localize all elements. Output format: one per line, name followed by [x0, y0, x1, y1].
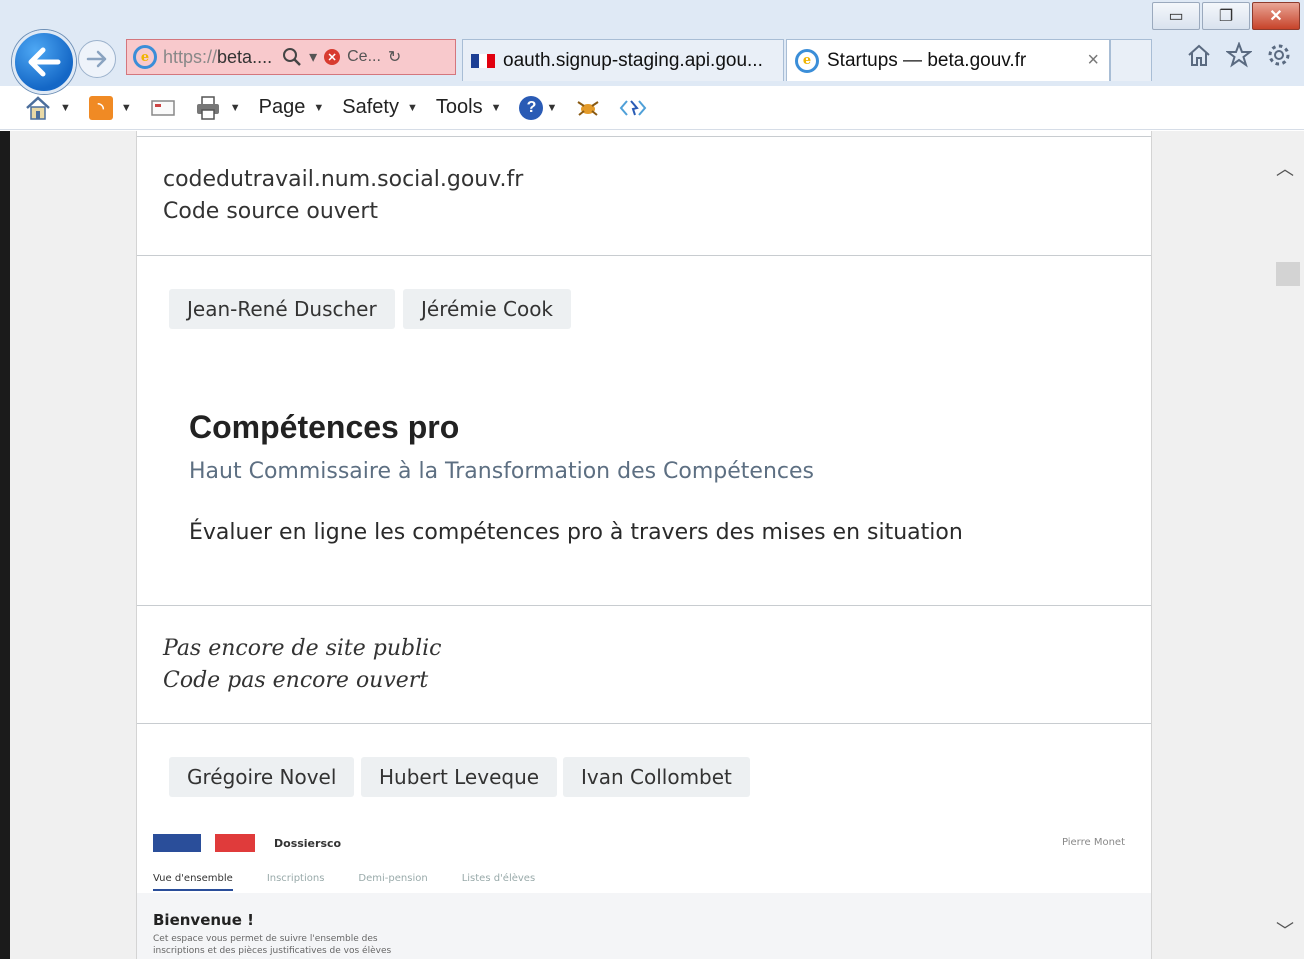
ie-icon: e: [133, 45, 157, 69]
mail-icon: [151, 99, 175, 116]
back-button[interactable]: [12, 30, 76, 94]
chevron-down-icon: ▼: [229, 101, 241, 114]
marianne-logo: [153, 834, 255, 852]
startup-screenshot[interactable]: Dossiersco Pierre Monet Vue d'ensemble I…: [137, 825, 1151, 959]
member-chip[interactable]: Hubert Leveque: [361, 757, 558, 797]
command-bar: ▼ ◝ ▼ ▼ Page ▼ Safety ▼ Tools ▼ ? ▼: [0, 86, 1304, 130]
research-button[interactable]: [575, 97, 601, 119]
startup-sponsor: Haut Commissaire à la Transformation des…: [189, 459, 815, 484]
window-controls: ▭ ❐ ✕: [1150, 2, 1300, 30]
safety-menu[interactable]: Safety ▼: [342, 96, 418, 119]
member-chip[interactable]: Grégoire Novel: [169, 757, 355, 797]
tab-startups[interactable]: e Startups — beta.gouv.fr ×: [786, 39, 1110, 81]
preview-nav: Vue d'ensemble Inscriptions Demi-pension…: [153, 873, 535, 891]
developer-tools-icon: [620, 99, 647, 116]
minimize-button[interactable]: ▭: [1152, 2, 1200, 30]
tab-label: Startups — beta.gouv.fr: [827, 49, 1027, 71]
preview-desc-line: inscriptions et des pièces justificative…: [153, 946, 392, 956]
arrow-left-icon: [28, 47, 61, 77]
divider: [137, 136, 1151, 137]
divider: [137, 605, 1151, 606]
arrow-right-icon: [86, 50, 107, 68]
member-chip[interactable]: Jean-René Duscher: [169, 289, 395, 329]
preview-nav-item: Listes d'élèves: [461, 873, 536, 884]
home-menu[interactable]: ▼: [24, 95, 71, 121]
refresh-icon[interactable]: ↻: [388, 47, 401, 67]
preview-nav-item: Demi-pension: [358, 873, 428, 884]
new-tab-button[interactable]: [1110, 39, 1152, 81]
startup-title[interactable]: Compétences pro: [189, 409, 459, 446]
divider: [137, 255, 1151, 256]
restore-button[interactable]: ❐: [1202, 2, 1250, 30]
settings-gear-icon[interactable]: [1266, 42, 1292, 68]
minimize-icon: ▭: [1168, 8, 1184, 25]
member-chip[interactable]: Jérémie Cook: [403, 289, 572, 329]
preview-welcome-desc: Cet espace vous permet de suivre l'ensem…: [153, 933, 391, 957]
url-host: beta....: [217, 46, 273, 67]
preview-desc-line: Cet espace vous permet de suivre l'ensem…: [153, 934, 378, 944]
chevron-down-icon: ▼: [120, 101, 132, 114]
address-tools: ▾ ✕ Ce... ↻: [282, 47, 401, 67]
chevron-down-icon[interactable]: ▾: [309, 47, 317, 67]
printer-icon: [196, 95, 219, 120]
code-not-open-status: Code pas encore ouvert: [163, 668, 429, 693]
read-mail-button[interactable]: [150, 98, 176, 118]
scroll-thumb[interactable]: [1276, 262, 1300, 286]
startup-description: Évaluer en ligne les compétences pro à t…: [189, 520, 963, 545]
magnifier-icon[interactable]: [282, 47, 302, 67]
preview-brand: Dossiersco: [274, 837, 342, 850]
tools-menu-label: Tools: [435, 96, 483, 118]
preview-nav-item: Inscriptions: [266, 873, 325, 884]
browser-toolbar-icons: [1186, 42, 1292, 68]
tab-oauth[interactable]: oauth.signup-staging.api.gou...: [462, 39, 784, 81]
help-menu[interactable]: ? ▼: [519, 95, 558, 120]
preview-welcome: Bienvenue !: [153, 911, 254, 929]
print-menu[interactable]: ▼: [194, 95, 241, 121]
preview-user: Pierre Monet: [1061, 837, 1125, 848]
startup-list: codedutravail.num.social.gouv.fr Code so…: [136, 131, 1152, 959]
help-icon: ?: [519, 95, 544, 120]
bug-icon: [577, 100, 599, 116]
startup-site-link[interactable]: codedutravail.num.social.gouv.fr: [163, 167, 523, 192]
chevron-down-icon: ▼: [546, 101, 558, 114]
source-code-link[interactable]: Code source ouvert: [163, 199, 378, 224]
favorites-star-icon[interactable]: [1226, 42, 1252, 68]
preview-nav-item: Vue d'ensemble: [153, 873, 233, 891]
scroll-up-icon[interactable]: ︿: [1276, 155, 1294, 181]
home-icon[interactable]: [1186, 43, 1212, 67]
forward-button[interactable]: [78, 40, 116, 78]
chevron-down-icon: ▼: [406, 101, 418, 114]
certificate-error-label[interactable]: Ce...: [347, 48, 381, 66]
address-url[interactable]: https://beta....: [163, 47, 272, 68]
tab-label: oauth.signup-staging.api.gou...: [503, 49, 763, 71]
close-window-button[interactable]: ✕: [1252, 2, 1300, 30]
divider: [137, 723, 1151, 724]
feeds-menu[interactable]: ◝ ▼: [88, 95, 132, 120]
f12-tools-button[interactable]: [619, 97, 647, 119]
rss-feed-icon: ◝: [88, 95, 113, 120]
ie-icon: e: [795, 48, 819, 73]
tab-close-icon[interactable]: ×: [1087, 49, 1099, 72]
page-viewport: codedutravail.num.social.gouv.fr Code so…: [10, 131, 1264, 959]
scroll-down-icon[interactable]: ﹀: [1276, 917, 1294, 943]
home-icon: [26, 95, 50, 120]
restore-icon: ❐: [1218, 8, 1234, 25]
tools-menu[interactable]: Tools ▼: [436, 96, 502, 119]
page-menu[interactable]: Page ▼: [259, 96, 325, 119]
chevron-down-icon: ▼: [490, 101, 502, 114]
no-public-site-status: Pas encore de site public: [163, 636, 442, 661]
url-scheme: https://: [163, 46, 218, 67]
page-menu-label: Page: [258, 96, 306, 118]
address-bar[interactable]: e https://beta.... ▾ ✕ Ce... ↻: [126, 39, 456, 75]
chevron-down-icon: ▼: [313, 101, 325, 114]
french-flag-icon: [471, 53, 495, 68]
safety-menu-label: Safety: [342, 96, 399, 118]
chevron-down-icon: ▼: [60, 101, 71, 114]
member-chip[interactable]: Ivan Collombet: [563, 757, 750, 797]
vertical-scrollbar[interactable]: ︿ ﹀: [1264, 131, 1304, 959]
close-icon: ✕: [1269, 8, 1283, 25]
certificate-error-icon[interactable]: ✕: [324, 49, 341, 65]
window-left-edge: [0, 131, 10, 959]
